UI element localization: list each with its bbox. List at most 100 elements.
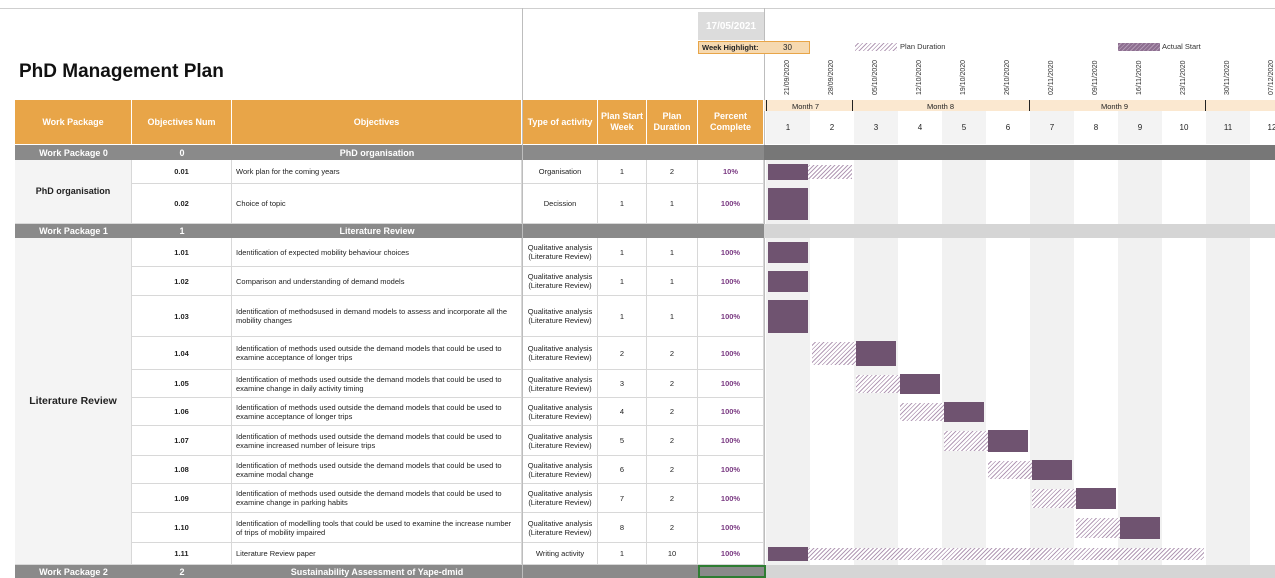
- percent-complete[interactable]: 100%: [698, 513, 764, 543]
- actual-start-bar[interactable]: [900, 374, 940, 394]
- percent-complete[interactable]: 100%: [698, 484, 764, 513]
- plan-start[interactable]: 1: [598, 267, 647, 296]
- plan-duration[interactable]: 1: [647, 267, 698, 296]
- plan-start[interactable]: 8: [598, 513, 647, 543]
- plan-duration[interactable]: 2: [647, 484, 698, 513]
- header-plan-start[interactable]: Plan Start Week: [598, 100, 647, 144]
- week-number[interactable]: 7: [1030, 111, 1074, 144]
- grid-column: [1118, 238, 1162, 565]
- objective-text[interactable]: Identification of methods used outside t…: [232, 370, 522, 398]
- objective-text[interactable]: Identification of methods used outside t…: [232, 337, 522, 370]
- objective-num: 0.01: [132, 160, 232, 184]
- actual-start-bar[interactable]: [768, 271, 808, 292]
- week-number[interactable]: 3: [854, 111, 898, 144]
- header-objectives-num[interactable]: Objectives Num: [132, 100, 232, 144]
- actual-start-bar[interactable]: [1032, 460, 1072, 480]
- plan-start[interactable]: 6: [598, 456, 647, 484]
- percent-complete[interactable]: 100%: [698, 337, 764, 370]
- wp0-label[interactable]: Work Package 0: [15, 145, 132, 160]
- header-objectives[interactable]: Objectives: [232, 100, 522, 144]
- highlight-date[interactable]: 17/05/2021: [698, 12, 764, 40]
- percent-complete[interactable]: 100%: [698, 426, 764, 456]
- objective-text[interactable]: Comparison and understanding of demand m…: [232, 267, 522, 296]
- plan-start[interactable]: 2: [598, 337, 647, 370]
- header-type[interactable]: Type of activity: [523, 100, 598, 144]
- week-number[interactable]: 1: [766, 111, 810, 144]
- objective-text[interactable]: Work plan for the coming years: [232, 160, 522, 184]
- week-number[interactable]: 6: [986, 111, 1030, 144]
- objective-text[interactable]: Identification of methods used outside t…: [232, 398, 522, 426]
- actual-start-bar[interactable]: [944, 402, 984, 422]
- header-work-package[interactable]: Work Package: [15, 100, 132, 144]
- plan-start[interactable]: 4: [598, 398, 647, 426]
- percent-complete[interactable]: 10%: [698, 160, 764, 184]
- selected-cell[interactable]: [698, 565, 766, 578]
- percent-complete[interactable]: 100%: [698, 296, 764, 337]
- wp2-num[interactable]: 2: [132, 565, 232, 578]
- wp2-label[interactable]: Work Package 2: [15, 565, 132, 578]
- percent-complete[interactable]: 100%: [698, 184, 764, 224]
- week-date-label: 26/10/2020: [1004, 59, 1011, 95]
- wp2-title[interactable]: Sustainability Assessment of Yape-dmid: [232, 565, 522, 578]
- plan-start[interactable]: 1: [598, 543, 647, 565]
- objective-text[interactable]: Identification of methodsused in demand …: [232, 296, 522, 337]
- plan-duration[interactable]: 2: [647, 456, 698, 484]
- wp0-num[interactable]: 0: [132, 145, 232, 160]
- wp1-label[interactable]: Work Package 1: [15, 224, 132, 238]
- percent-complete[interactable]: 100%: [698, 398, 764, 426]
- week-number[interactable]: 11: [1206, 111, 1250, 144]
- objective-text[interactable]: Identification of methods used outside t…: [232, 426, 522, 456]
- actual-start-bar[interactable]: [1076, 488, 1116, 509]
- objective-text[interactable]: Identification of modelling tools that c…: [232, 513, 522, 543]
- week-highlight-value[interactable]: 30: [783, 43, 792, 52]
- plan-duration[interactable]: 2: [647, 426, 698, 456]
- plan-start[interactable]: 3: [598, 370, 647, 398]
- percent-complete[interactable]: 100%: [698, 267, 764, 296]
- plan-start[interactable]: 1: [598, 296, 647, 337]
- week-number[interactable]: 4: [898, 111, 942, 144]
- plan-duration[interactable]: 2: [647, 398, 698, 426]
- week-number[interactable]: 5: [942, 111, 986, 144]
- objective-text[interactable]: Choice of topic: [232, 184, 522, 224]
- actual-start-bar[interactable]: [768, 547, 808, 561]
- objective-text[interactable]: Identification of methods used outside t…: [232, 456, 522, 484]
- plan-duration[interactable]: 2: [647, 370, 698, 398]
- plan-duration[interactable]: 2: [647, 160, 698, 184]
- percent-complete[interactable]: 100%: [698, 238, 764, 267]
- actual-start-bar[interactable]: [768, 188, 808, 220]
- week-number[interactable]: 10: [1162, 111, 1206, 144]
- week-number[interactable]: 2: [810, 111, 854, 144]
- actual-start-bar[interactable]: [768, 300, 808, 333]
- plan-duration[interactable]: 2: [647, 337, 698, 370]
- plan-start[interactable]: 1: [598, 238, 647, 267]
- header-percent[interactable]: Percent Complete: [698, 100, 764, 144]
- plan-start[interactable]: 1: [598, 160, 647, 184]
- wp0-title[interactable]: PhD organisation: [232, 145, 522, 160]
- objective-text[interactable]: Identification of methods used outside t…: [232, 484, 522, 513]
- plan-start[interactable]: 1: [598, 184, 647, 224]
- percent-complete[interactable]: 100%: [698, 370, 764, 398]
- week-number[interactable]: 9: [1118, 111, 1162, 144]
- plan-start[interactable]: 7: [598, 484, 647, 513]
- actual-start-bar[interactable]: [988, 430, 1028, 452]
- plan-duration[interactable]: 1: [647, 184, 698, 224]
- percent-complete[interactable]: 100%: [698, 543, 764, 565]
- actual-start-bar[interactable]: [768, 242, 808, 263]
- plan-start[interactable]: 5: [598, 426, 647, 456]
- percent-complete[interactable]: 100%: [698, 456, 764, 484]
- actual-start-bar[interactable]: [856, 341, 896, 366]
- wp1-num[interactable]: 1: [132, 224, 232, 238]
- wp1-gantt-band: [764, 224, 1275, 238]
- wp1-title[interactable]: Literature Review: [232, 224, 522, 238]
- plan-duration[interactable]: 1: [647, 296, 698, 337]
- plan-duration[interactable]: 2: [647, 513, 698, 543]
- actual-start-bar[interactable]: [768, 164, 808, 180]
- actual-start-bar[interactable]: [1120, 517, 1160, 539]
- plan-duration[interactable]: 1: [647, 238, 698, 267]
- week-number[interactable]: 8: [1074, 111, 1118, 144]
- header-plan-duration[interactable]: Plan Duration: [647, 100, 698, 144]
- week-number[interactable]: 12: [1250, 111, 1275, 144]
- objective-text[interactable]: Literature Review paper: [232, 543, 522, 565]
- objective-text[interactable]: Identification of expected mobility beha…: [232, 238, 522, 267]
- plan-duration[interactable]: 10: [647, 543, 698, 565]
